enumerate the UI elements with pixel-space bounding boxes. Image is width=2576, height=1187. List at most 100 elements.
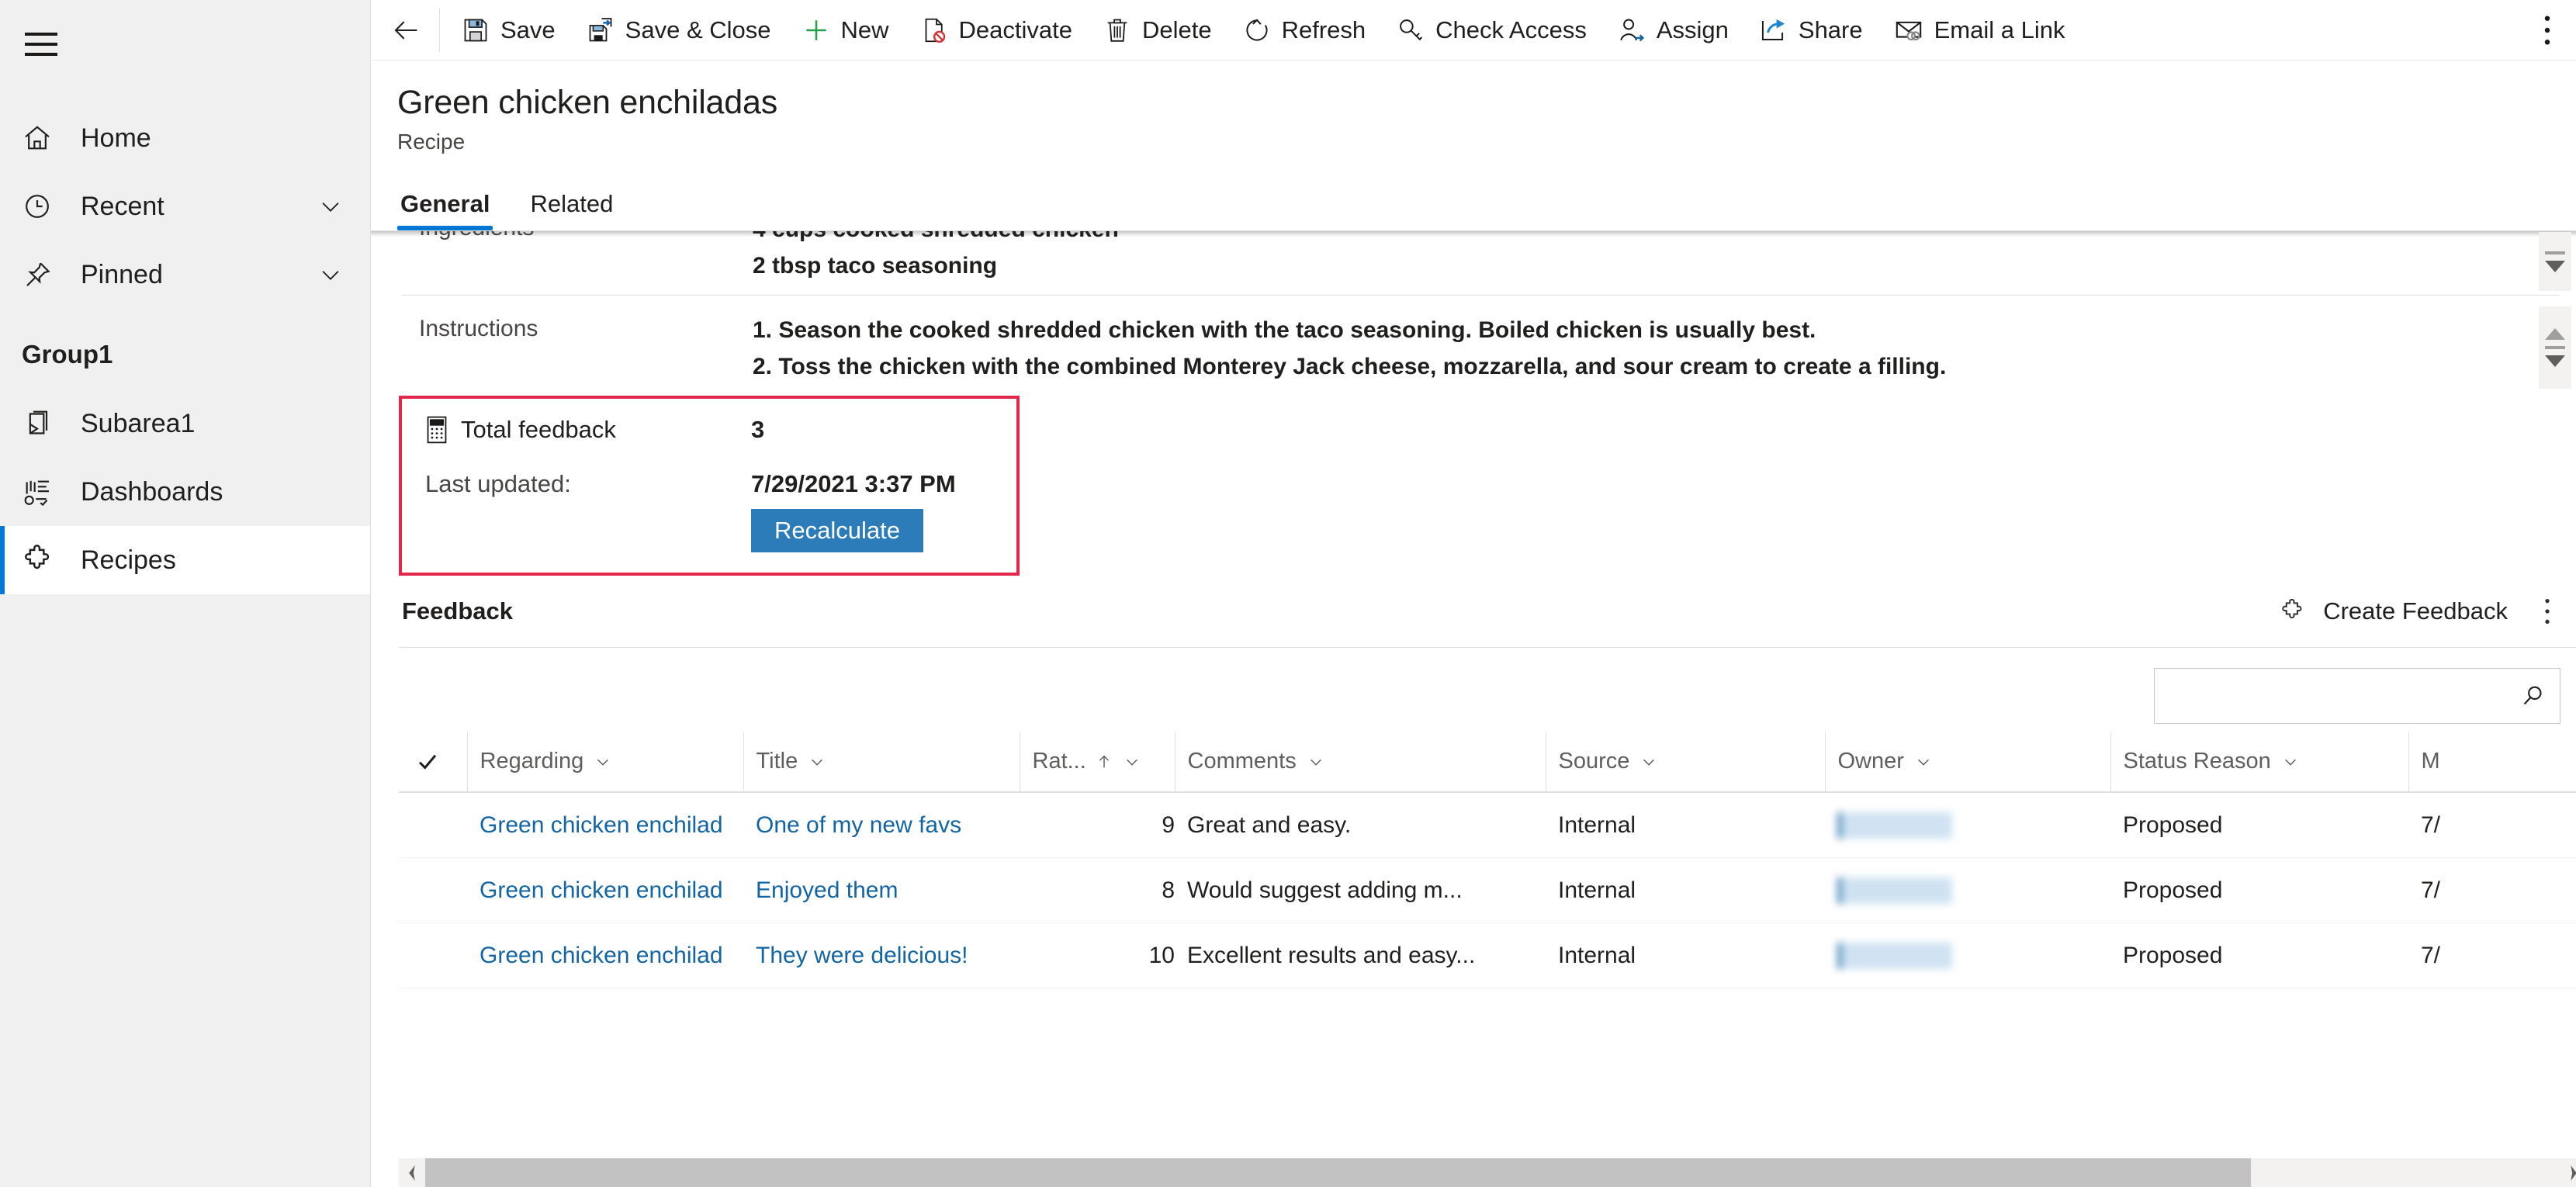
- feedback-subgrid-header: Feedback Create Feedback: [399, 576, 2576, 647]
- new-button[interactable]: New: [787, 6, 905, 54]
- table-row[interactable]: Green chicken enchilad One of my new fav…: [399, 792, 2576, 859]
- assign-button[interactable]: Assign: [1602, 6, 1744, 54]
- chevron-down-icon[interactable]: [313, 261, 348, 288]
- column-header-owner[interactable]: Owner: [1824, 732, 2110, 793]
- sidebar-item-recipes[interactable]: Recipes: [0, 526, 370, 594]
- column-header-source[interactable]: Source: [1545, 732, 1825, 793]
- search-icon[interactable]: [2519, 683, 2546, 709]
- cell-source: Internal: [1546, 857, 1825, 924]
- total-feedback-callout: Total feedback 3 Last updated: 7/29/2021…: [399, 396, 1020, 576]
- column-label: Title: [756, 749, 798, 773]
- record-header: Green chicken enchiladas Recipe General …: [371, 61, 2576, 230]
- email-a-link-button-label: Email a Link: [1934, 16, 2065, 43]
- chevron-down-icon: [1915, 753, 1932, 770]
- share-button[interactable]: Share: [1744, 6, 1878, 54]
- cell-rating: 9: [1020, 792, 1175, 859]
- sidebar-item-pinned[interactable]: Pinned: [0, 241, 370, 309]
- row-checkbox[interactable]: [399, 857, 467, 924]
- regarding-link[interactable]: Green chicken enchilad: [480, 877, 723, 903]
- sidebar-item-recent[interactable]: Recent: [0, 172, 370, 241]
- table-row[interactable]: Green chicken enchilad Enjoyed them 8 Wo…: [399, 857, 2576, 924]
- deactivate-button[interactable]: Deactivate: [905, 6, 1088, 54]
- tab-related[interactable]: Related: [527, 190, 616, 230]
- regarding-link[interactable]: Green chicken enchilad: [480, 812, 723, 838]
- sidebar-item-subarea1[interactable]: Subarea1: [0, 389, 370, 458]
- search-box[interactable]: [2154, 668, 2560, 724]
- cell-owner[interactable]: [1825, 792, 2110, 859]
- instructions-scroll-control[interactable]: [2539, 306, 2571, 389]
- sidebar-item-label: Home: [81, 123, 151, 153]
- form-body: Ingredients 4 cups cooked shredded chick…: [371, 231, 2576, 1187]
- sidebar-item-dashboards[interactable]: Dashboards: [0, 458, 370, 526]
- title-link[interactable]: One of my new favs: [756, 812, 961, 838]
- scrollbar-thumb[interactable]: [425, 1158, 2251, 1187]
- column-header-title[interactable]: Title: [743, 732, 1020, 793]
- create-feedback-button[interactable]: Create Feedback: [2269, 591, 2519, 632]
- save-and-close-button[interactable]: Save & Close: [571, 6, 787, 54]
- check-access-button[interactable]: Check Access: [1381, 6, 1602, 54]
- puzzle-icon: [2280, 598, 2306, 625]
- column-header-regarding[interactable]: Regarding: [466, 732, 743, 793]
- cell-regarding[interactable]: Green chicken enchilad: [467, 922, 743, 989]
- feedback-subgrid: Feedback Create Feedback Regarding Title…: [399, 576, 2576, 989]
- title-link[interactable]: Enjoyed them: [756, 877, 898, 903]
- tab-general[interactable]: General: [397, 190, 493, 230]
- column-label: Owner: [1837, 749, 1904, 773]
- sidebar-item-home[interactable]: Home: [0, 104, 370, 172]
- regarding-link[interactable]: Green chicken enchilad: [480, 943, 723, 968]
- last-updated-label: Last updated:: [425, 470, 571, 497]
- chevron-down-icon: [2282, 753, 2299, 770]
- main-region: Save Save & Close New Deactivate Delete …: [371, 0, 2576, 1187]
- cell-rating: 10: [1020, 922, 1175, 989]
- column-header-status-reason[interactable]: Status Reason: [2110, 732, 2408, 793]
- email-link-icon: [1894, 16, 1923, 45]
- recalculate-button[interactable]: Recalculate: [751, 509, 923, 552]
- back-arrow-icon[interactable]: [379, 6, 435, 54]
- scroll-right-arrow-icon[interactable]: [2560, 1165, 2576, 1181]
- scrollbar-track[interactable]: [425, 1158, 2560, 1187]
- refresh-button[interactable]: Refresh: [1227, 6, 1382, 54]
- instruction-line: 2. Toss the chicken with the combined Mo…: [753, 353, 1947, 379]
- cell-title[interactable]: They were delicious!: [743, 922, 1020, 989]
- refresh-button-label: Refresh: [1281, 16, 1366, 43]
- title-link[interactable]: They were delicious!: [756, 943, 968, 968]
- plus-icon: [802, 16, 830, 44]
- column-header-comments[interactable]: Comments: [1174, 732, 1546, 793]
- column-label: Regarding: [480, 749, 584, 773]
- ingredients-scroll-control[interactable]: [2539, 232, 2571, 291]
- hamburger-menu-icon[interactable]: [6, 9, 76, 79]
- assign-button-label: Assign: [1656, 16, 1729, 43]
- column-label: Status Reason: [2123, 749, 2271, 773]
- table-row[interactable]: Green chicken enchilad They were delicio…: [399, 922, 2576, 989]
- entity-icon: [22, 408, 62, 439]
- column-label: M: [2421, 749, 2440, 773]
- column-header-modified[interactable]: M: [2408, 732, 2576, 793]
- field-value: 4 cups cooked shredded chicken 2 tbsp ta…: [753, 231, 2576, 284]
- cell-owner[interactable]: [1825, 922, 2110, 989]
- cell-owner[interactable]: [1825, 857, 2110, 924]
- save-close-icon: [587, 16, 615, 44]
- email-a-link-button[interactable]: Email a Link: [1878, 6, 2081, 54]
- horizontal-scrollbar[interactable]: [399, 1158, 2576, 1187]
- search-input[interactable]: [2170, 683, 2519, 709]
- cell-regarding[interactable]: Green chicken enchilad: [467, 857, 743, 924]
- delete-button[interactable]: Delete: [1088, 6, 1227, 54]
- last-updated-value: 7/29/2021 3:37 PM: [751, 470, 956, 497]
- field-label: Ingredients: [419, 231, 753, 284]
- delete-button-label: Delete: [1141, 16, 1212, 43]
- scroll-left-arrow-icon[interactable]: [399, 1165, 425, 1181]
- row-checkbox[interactable]: [399, 792, 467, 859]
- key-icon: [1397, 16, 1425, 44]
- column-header-rating[interactable]: Rat...: [1019, 732, 1175, 793]
- total-feedback-label-group: Total feedback: [425, 416, 751, 444]
- cell-title[interactable]: Enjoyed them: [743, 857, 1020, 924]
- cell-title[interactable]: One of my new favs: [743, 792, 1020, 859]
- more-vertical-icon[interactable]: [2529, 6, 2565, 54]
- select-all-checkbox[interactable]: [399, 732, 467, 793]
- more-vertical-icon[interactable]: [2533, 590, 2562, 632]
- owner-redacted-value: [1837, 877, 1952, 905]
- cell-regarding[interactable]: Green chicken enchilad: [467, 792, 743, 859]
- row-checkbox[interactable]: [399, 922, 467, 989]
- save-button[interactable]: Save: [446, 6, 571, 54]
- chevron-down-icon[interactable]: [313, 193, 348, 220]
